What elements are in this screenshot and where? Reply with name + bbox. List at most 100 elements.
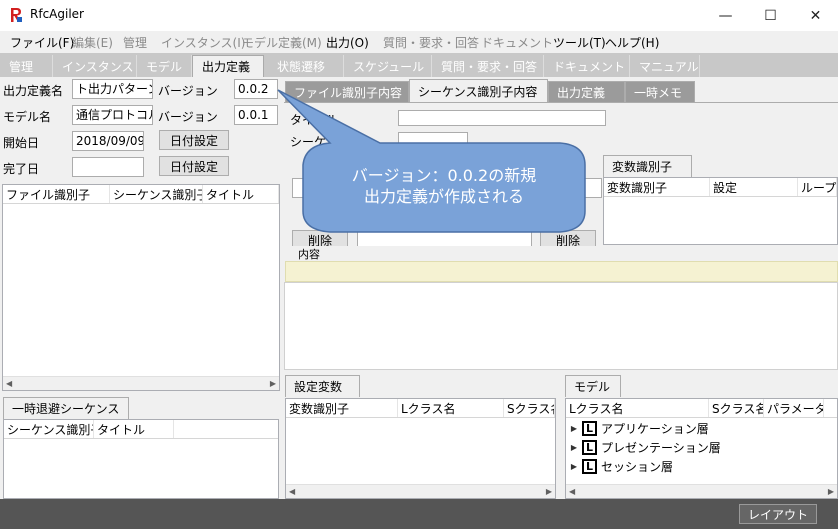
temp-sequence-table[interactable]: シーケンス識別子 タイトル xyxy=(3,419,279,499)
app-logo-icon xyxy=(9,7,23,23)
tab-instance[interactable]: インスタンス xyxy=(53,55,137,77)
table-header: 変数識別子 設定 ループ xyxy=(604,178,837,197)
col-parameter[interactable]: パラメータ xyxy=(764,399,824,417)
model-tree-table[interactable]: Lクラス名 Sクラス名 パラメータ ▶ L アプリケーション層 ▶ L プレゼン… xyxy=(565,398,838,499)
maximize-button[interactable]: ☐ xyxy=(748,0,793,31)
tab-schedule[interactable]: スケジュール xyxy=(344,55,432,77)
variable-id-table[interactable]: 変数識別子 設定 ループ xyxy=(603,177,838,245)
title-field[interactable] xyxy=(398,110,606,126)
close-button[interactable]: ✕ xyxy=(793,0,838,31)
expand-arrow-icon[interactable]: ▶ xyxy=(566,424,582,433)
menu-instance[interactable]: インスタンス(I) xyxy=(161,34,245,51)
layout-button[interactable]: レイアウト xyxy=(739,504,817,524)
close-icon: ✕ xyxy=(809,7,822,24)
content-body[interactable] xyxy=(284,282,838,370)
menu-help[interactable]: ヘルプ(H) xyxy=(605,34,659,51)
tab-admin[interactable]: 管理 xyxy=(0,55,53,77)
tab-file-id-content[interactable]: ファイル識別子内容 xyxy=(285,81,409,103)
menu-admin[interactable]: 管理 xyxy=(123,34,147,51)
version-field[interactable]: 0.0.2 xyxy=(234,79,278,99)
col-title[interactable]: タイトル xyxy=(203,185,279,203)
tree-item-presentation[interactable]: ▶ L プレゼンテーション層 xyxy=(566,438,837,457)
expand-arrow-icon[interactable]: ▶ xyxy=(566,443,582,452)
model-name-field[interactable]: 通信プロトコル xyxy=(72,105,153,125)
l-class-icon: L xyxy=(582,421,597,436)
content-area[interactable] xyxy=(285,261,838,282)
scroll-right-icon[interactable]: ▶ xyxy=(828,487,834,496)
tree-item-label: セッション層 xyxy=(601,460,674,474)
menu-document[interactable]: ドキュメント xyxy=(481,34,553,51)
col-loop[interactable]: ループ xyxy=(798,178,837,196)
output-def-name-label: 出力定義名 xyxy=(3,84,64,98)
col-seq-id[interactable]: シーケンス識別子 xyxy=(110,185,203,203)
model-name-label: モデル名 xyxy=(3,110,52,124)
l-class-icon: L xyxy=(582,440,597,455)
col-file-id[interactable]: ファイル識別子 xyxy=(3,185,110,203)
horizontal-scrollbar[interactable]: ◀ ▶ xyxy=(3,376,279,390)
col-seq-id[interactable]: シーケンス識別子 xyxy=(4,420,94,438)
file-sequence-table[interactable]: ファイル識別子 シーケンス識別子 タイトル ◀ ▶ xyxy=(2,184,280,391)
tab-manual[interactable]: マニュアル xyxy=(630,55,700,77)
seq-input-field[interactable] xyxy=(357,228,532,248)
tree-item-application[interactable]: ▶ L アプリケーション層 xyxy=(566,419,837,438)
tab-document[interactable]: ドキュメント xyxy=(544,55,630,77)
table-header: シーケンス識別子 タイトル xyxy=(4,420,278,439)
minimize-button[interactable]: — xyxy=(703,0,748,31)
tree-item-label: プレゼンテーション層 xyxy=(601,441,721,455)
menu-file[interactable]: ファイル(F) xyxy=(10,34,74,51)
tab-divider xyxy=(284,102,838,103)
menu-tools[interactable]: ツール(T) xyxy=(553,34,606,51)
tab-variable-id[interactable]: 変数識別子 xyxy=(603,155,692,177)
scroll-right-icon[interactable]: ▶ xyxy=(546,487,552,496)
scroll-left-icon[interactable]: ◀ xyxy=(569,487,575,496)
tab-temp-sequence[interactable]: 一時退避シーケンス xyxy=(3,397,129,419)
title-label: タイトル xyxy=(290,113,339,127)
tab-model-panel[interactable]: モデル xyxy=(565,375,621,397)
settings-variable-table[interactable]: 変数識別子 Lクラス名 Sクラス名 ◀ ▶ xyxy=(285,398,556,499)
model-tree: ▶ L アプリケーション層 ▶ L プレゼンテーション層 ▶ L セッション層 xyxy=(566,418,837,476)
col-var-id[interactable]: 変数識別子 xyxy=(604,178,710,196)
start-date-label: 開始日 xyxy=(3,136,40,150)
scroll-right-icon[interactable]: ▶ xyxy=(270,379,276,388)
col-s-class[interactable]: Sクラス名 xyxy=(504,399,555,417)
end-date-set-button[interactable]: 日付設定 xyxy=(159,156,229,176)
end-date-field[interactable] xyxy=(72,157,144,177)
sequence-label: シーケンス xyxy=(290,135,350,149)
col-var-id[interactable]: 変数識別子 xyxy=(286,399,398,417)
output-def-name-field[interactable]: ト出力パターン xyxy=(72,79,153,99)
menu-qa[interactable]: 質問・要求・回答 xyxy=(383,34,479,51)
callout-text: バージョン：0.0.2の新規 出力定義が作成される xyxy=(303,165,585,207)
tab-sequence-id-content[interactable]: シーケンス識別子内容 xyxy=(409,79,548,103)
col-setting[interactable]: 設定 xyxy=(710,178,798,196)
tree-item-label: アプリケーション層 xyxy=(601,422,709,436)
horizontal-scrollbar[interactable]: ◀ ▶ xyxy=(566,484,837,498)
callout-line-1: バージョン：0.0.2の新規 xyxy=(351,166,537,185)
tab-memo[interactable]: 一時メモ xyxy=(625,81,695,103)
tree-item-session[interactable]: ▶ L セッション層 xyxy=(566,457,837,476)
scroll-left-icon[interactable]: ◀ xyxy=(289,487,295,496)
tab-settings-variable[interactable]: 設定変数 xyxy=(285,375,360,397)
tab-state-transition[interactable]: 状態遷移 xyxy=(268,55,344,77)
app-title: RfcAgiler xyxy=(30,7,84,21)
menu-edit[interactable]: 編集(E) xyxy=(72,34,113,51)
model-version-label: バージョン xyxy=(158,110,218,124)
tab-output-def[interactable]: 出力定義 xyxy=(548,81,625,103)
end-date-label: 完了日 xyxy=(3,162,40,176)
col-s-class[interactable]: Sクラス名 xyxy=(709,399,764,417)
col-l-class[interactable]: Lクラス名 xyxy=(566,399,709,417)
col-title[interactable]: タイトル xyxy=(94,420,174,438)
col-l-class[interactable]: Lクラス名 xyxy=(398,399,504,417)
menu-model-def[interactable]: モデル定義(M) xyxy=(242,34,322,51)
menu-output[interactable]: 出力(O) xyxy=(326,34,369,51)
start-date-set-button[interactable]: 日付設定 xyxy=(159,130,229,150)
tab-model[interactable]: モデル xyxy=(137,55,192,77)
sequence-field[interactable] xyxy=(398,132,468,148)
tab-qa[interactable]: 質問・要求・回答 xyxy=(432,55,544,77)
model-version-field[interactable]: 0.0.1 xyxy=(234,105,278,125)
start-date-field[interactable]: 2018/09/09 xyxy=(72,131,144,151)
horizontal-scrollbar[interactable]: ◀ ▶ xyxy=(286,484,555,498)
content-label: 内容 xyxy=(298,248,320,261)
tab-output-definition[interactable]: 出力定義 xyxy=(192,55,264,77)
scroll-left-icon[interactable]: ◀ xyxy=(6,379,12,388)
expand-arrow-icon[interactable]: ▶ xyxy=(566,462,582,471)
